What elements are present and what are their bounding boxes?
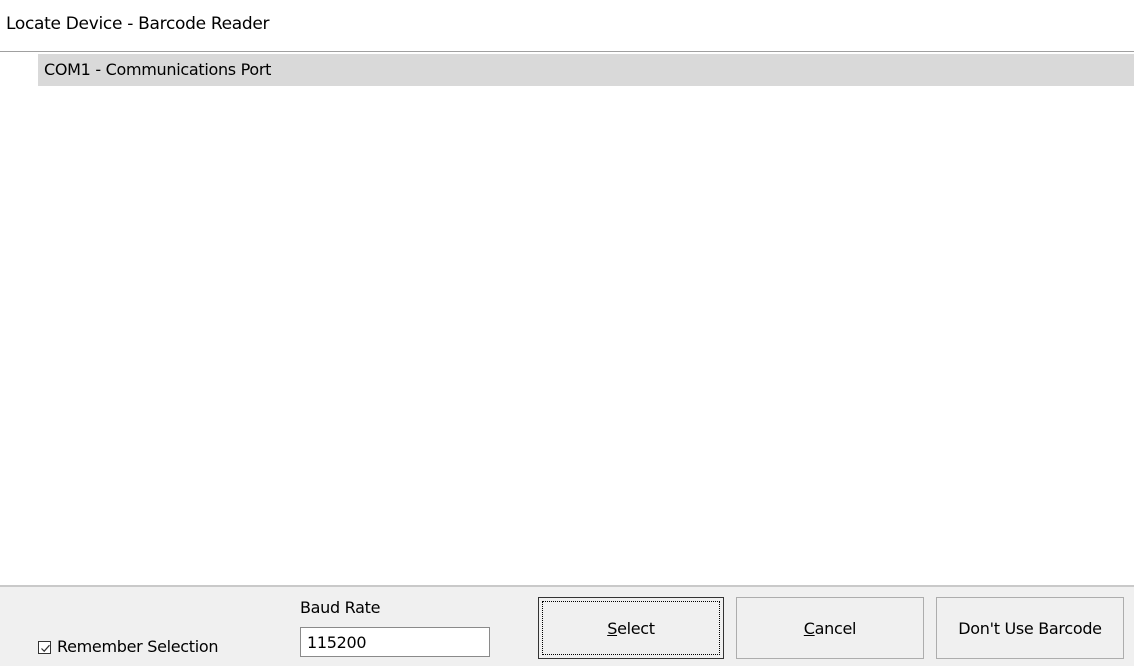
baud-rate-label: Baud Rate [300, 598, 381, 617]
check-mark-icon [41, 644, 50, 652]
select-button[interactable]: Select [538, 597, 724, 659]
select-button-label: Select [607, 618, 655, 638]
dont-use-barcode-label: Don't Use Barcode [958, 618, 1102, 638]
cancel-button[interactable]: Cancel [736, 597, 924, 659]
dont-use-barcode-button[interactable]: Don't Use Barcode [936, 597, 1124, 659]
device-list[interactable]: COM1 - Communications Port [0, 52, 1134, 585]
remember-selection-checkbox[interactable]: Remember Selection [38, 637, 219, 656]
window-title: Locate Device - Barcode Reader [6, 14, 270, 34]
cancel-button-label: Cancel [803, 618, 857, 638]
list-item-label: COM1 - Communications Port [44, 60, 272, 79]
remember-selection-label: Remember Selection [57, 637, 219, 656]
checkbox-box[interactable] [38, 640, 51, 654]
baud-rate-input[interactable] [300, 627, 490, 657]
bottom-bar: Remember Selection Baud Rate Select Canc… [0, 585, 1134, 666]
list-item[interactable]: COM1 - Communications Port [38, 54, 1134, 86]
